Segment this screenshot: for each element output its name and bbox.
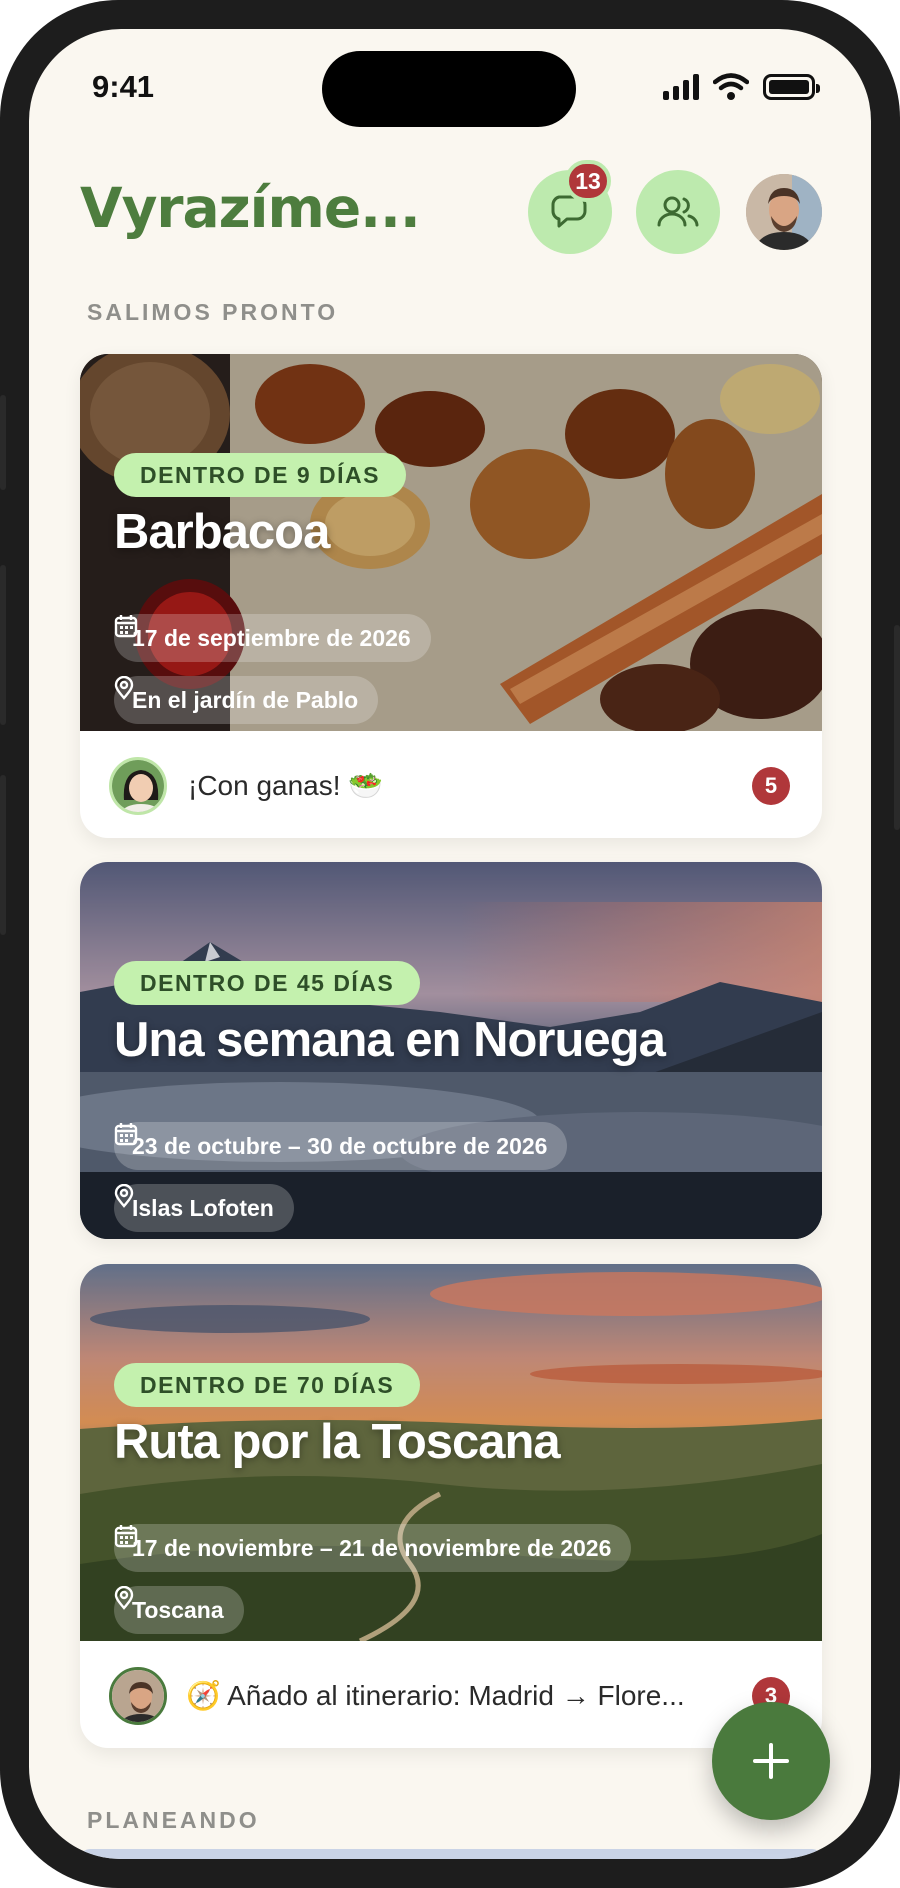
event-date: 17 de septiembre de 2026 xyxy=(132,624,411,651)
last-message: ¡Con ganas! 🥗 xyxy=(188,770,384,801)
event-date-chip: 17 de noviembre – 21 de noviembre de 202… xyxy=(114,1524,632,1572)
days-until-badge: DENTRO DE 45 DÍAS xyxy=(114,961,421,1005)
status-time: 9:41 xyxy=(92,69,155,104)
status-icons xyxy=(663,73,820,101)
event-location: Islas Lofoten xyxy=(132,1194,274,1221)
event-image: DENTRO DE 45 DÍAS Una semana en Noruega … xyxy=(80,862,822,1239)
plus-icon xyxy=(753,1743,789,1779)
member-avatar xyxy=(109,1667,167,1725)
app-screen: 9:41 Vyrazíme... 13 SALIMOS PRONTO DENTR… xyxy=(29,29,871,1859)
event-location-chip: En el jardín de Pablo xyxy=(114,676,379,724)
event-image: DENTRO DE 70 DÍAS Ruta por la Toscana 17… xyxy=(80,1264,822,1641)
user-avatar[interactable] xyxy=(746,174,822,250)
event-location-chip: Islas Lofoten xyxy=(114,1184,294,1232)
action-button xyxy=(0,395,6,490)
dynamic-island xyxy=(322,51,576,127)
people-icon xyxy=(657,196,699,227)
event-title: Una semana en Noruega xyxy=(114,1013,666,1067)
volume-down-button xyxy=(0,775,6,935)
chat-count-badge: 13 xyxy=(565,160,611,202)
event-date-chip: 23 de octubre – 30 de octubre de 2026 xyxy=(114,1122,568,1170)
calendar-icon xyxy=(114,1123,138,1146)
add-event-button[interactable] xyxy=(712,1702,830,1820)
map-pin-icon xyxy=(114,1586,134,1610)
power-button xyxy=(894,625,900,830)
event-date: 17 de noviembre – 21 de noviembre de 202… xyxy=(132,1534,612,1561)
member-avatar xyxy=(109,757,167,815)
user-avatar-picture xyxy=(746,174,822,250)
event-footer[interactable]: 🧭 Añado al itinerario: Madrid → Flore...… xyxy=(80,1641,822,1748)
battery-icon xyxy=(763,74,820,100)
volume-up-button xyxy=(0,565,6,725)
event-location-chip: Toscana xyxy=(114,1586,244,1634)
map-pin-icon xyxy=(114,1184,134,1208)
event-card[interactable]: DENTRO DE 9 DÍAS Barbacoa 17 de septiemb… xyxy=(80,354,822,838)
event-footer[interactable]: ¡Con ganas! 🥗 5 xyxy=(80,731,822,838)
section-label-planning: PLANEANDO xyxy=(87,1807,260,1833)
days-until-badge: DENTRO DE 9 DÍAS xyxy=(114,453,406,497)
event-date: 23 de octubre – 30 de octubre de 2026 xyxy=(132,1132,548,1159)
section-label-soon: SALIMOS PRONTO xyxy=(87,299,339,325)
event-date-chip: 17 de septiembre de 2026 xyxy=(114,614,431,662)
next-card-peek xyxy=(80,1849,822,1859)
wifi-icon xyxy=(713,73,749,100)
calendar-icon xyxy=(114,615,138,638)
event-title: Ruta por la Toscana xyxy=(114,1415,561,1469)
map-pin-icon xyxy=(114,676,134,700)
groups-button[interactable] xyxy=(636,170,720,254)
event-card[interactable]: DENTRO DE 70 DÍAS Ruta por la Toscana 17… xyxy=(80,1264,822,1748)
phone-frame: 9:41 Vyrazíme... 13 SALIMOS PRONTO DENTR… xyxy=(0,0,900,1888)
calendar-icon xyxy=(114,1525,138,1548)
event-location: En el jardín de Pablo xyxy=(132,686,359,713)
app-title: Vyrazíme... xyxy=(80,176,421,240)
event-location: Toscana xyxy=(132,1596,224,1623)
event-title: Barbacoa xyxy=(114,505,330,559)
days-until-badge: DENTRO DE 70 DÍAS xyxy=(114,1363,421,1407)
event-image: DENTRO DE 9 DÍAS Barbacoa 17 de septiemb… xyxy=(80,354,822,731)
event-card[interactable]: DENTRO DE 45 DÍAS Una semana en Noruega … xyxy=(80,862,822,1239)
signal-icon xyxy=(663,74,699,100)
unread-count-badge: 5 xyxy=(752,767,790,805)
last-message: 🧭 Añado al itinerario: Madrid → Flore... xyxy=(186,1680,685,1711)
